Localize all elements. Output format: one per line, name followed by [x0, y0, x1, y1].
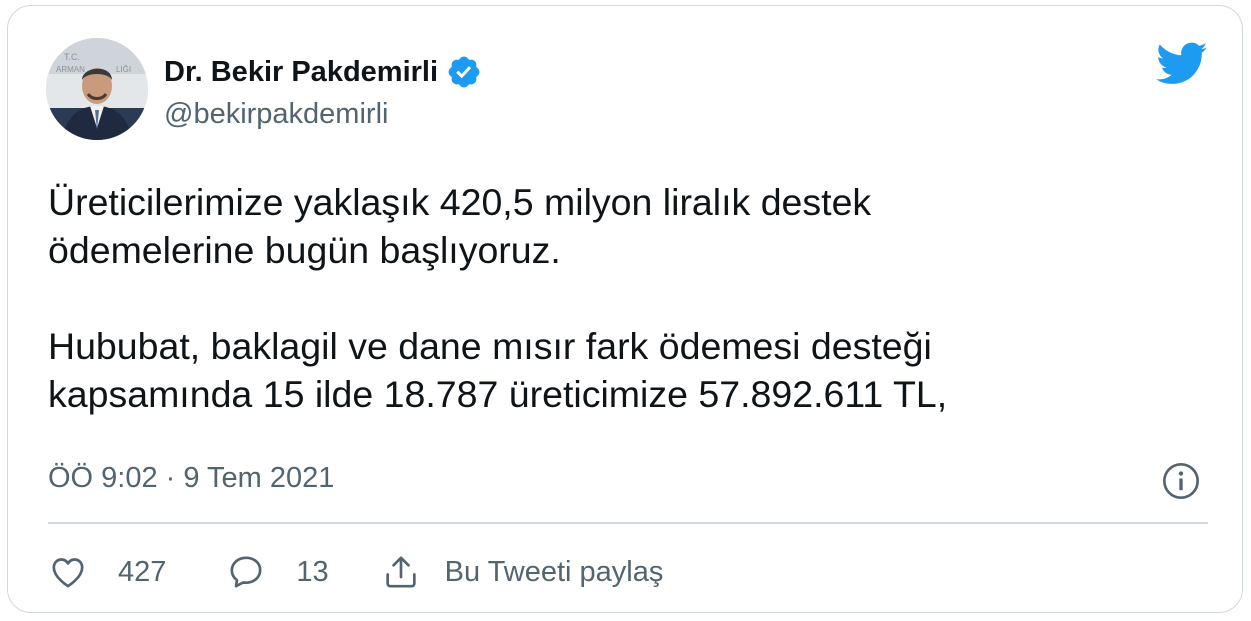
twitter-bird-icon[interactable]	[1156, 42, 1208, 86]
like-button[interactable]: 427	[48, 552, 166, 592]
info-icon[interactable]	[1161, 461, 1201, 501]
reply-count: 13	[296, 555, 329, 588]
verified-badge-icon	[448, 56, 480, 88]
reply-bubble-icon	[230, 556, 262, 588]
svg-text:ARMAN: ARMAN	[56, 65, 85, 74]
svg-text:LIĞI: LIĞI	[116, 65, 131, 74]
share-icon	[385, 556, 416, 588]
avatar[interactable]: T.C. ARMAN LIĞI	[46, 38, 148, 140]
svg-text:T.C.: T.C.	[64, 52, 80, 62]
tweet-actions: 427 13 Bu Tweeti paylaş	[48, 550, 663, 594]
tweet-text: Üreticilerimize yaklaşık 420,5 milyon li…	[48, 181, 948, 415]
author-name-row[interactable]: Dr. Bekir Pakdemirli	[164, 54, 482, 90]
heart-icon	[52, 558, 84, 588]
like-count: 427	[118, 555, 167, 588]
share-label: Bu Tweeti paylaş	[444, 555, 664, 588]
tweet-card[interactable]: T.C. ARMAN LIĞI Dr. Bekir Pakdemirli @be…	[7, 5, 1243, 613]
author-handle[interactable]: @bekirpakdemirli	[164, 98, 388, 131]
tweet-timestamp[interactable]: ÖÖ 9:02 · 9 Tem 2021	[48, 462, 334, 495]
avatar-photo: T.C. ARMAN LIĞI	[46, 38, 148, 140]
share-button[interactable]: Bu Tweeti paylaş	[381, 552, 664, 592]
divider	[48, 522, 1208, 524]
author-name[interactable]: Dr. Bekir Pakdemirli	[164, 56, 438, 89]
reply-button[interactable]: 13	[226, 552, 329, 592]
